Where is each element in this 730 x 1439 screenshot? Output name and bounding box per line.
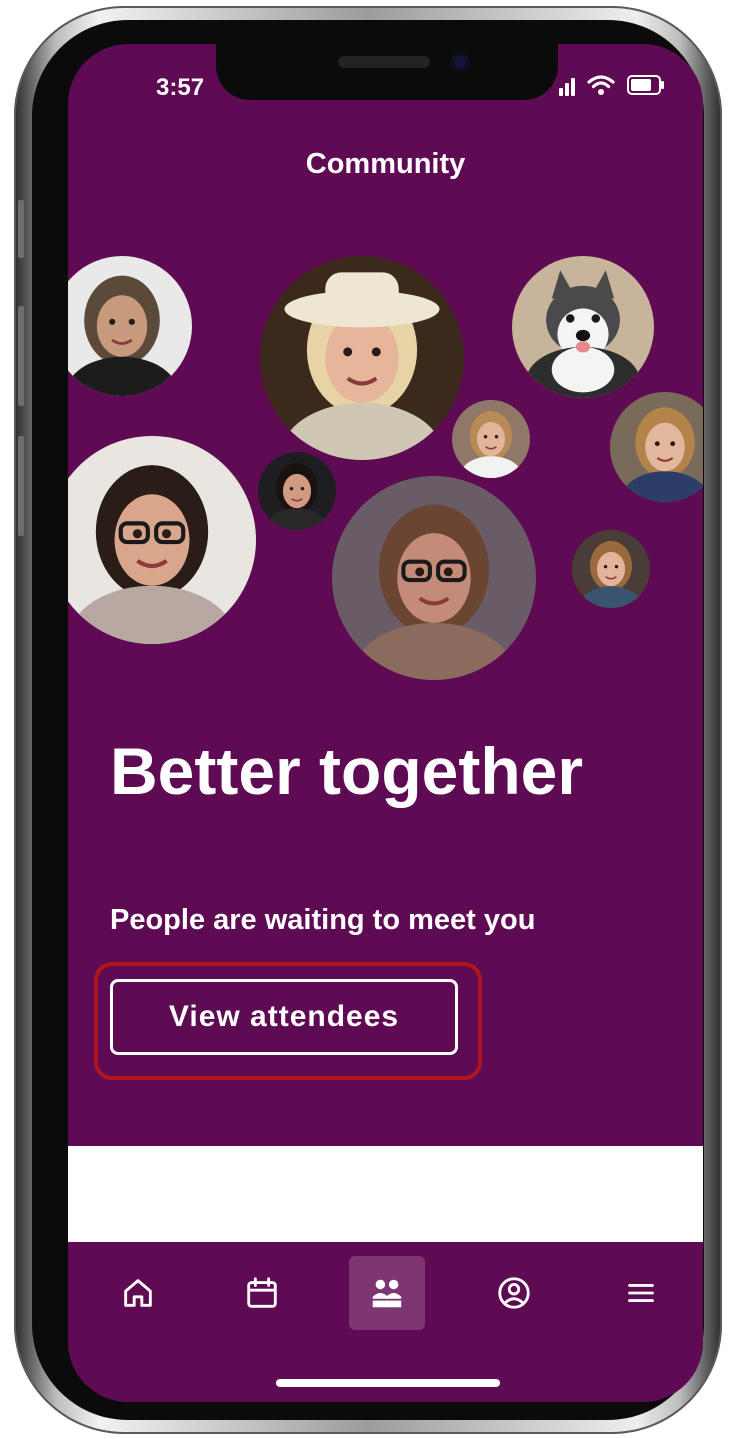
avatar-woman-dark-hair-small-photo [258,452,336,530]
avatar-woman-floral-top[interactable] [572,530,650,608]
wifi-icon [587,75,615,95]
tab-profile[interactable] [476,1256,552,1330]
avatar-woman-floral-top-photo [572,530,650,608]
hero-subtitle: People are waiting to meet you [110,904,536,936]
status-icons [559,74,664,96]
avatar-woman-white-hat-photo [260,256,464,460]
app-screen: 3:57 Community Better together People ar… [68,44,703,1402]
silent-switch [18,200,24,258]
avatar-husky-dog-photo [512,256,654,398]
view-attendees-button[interactable]: View attendees [110,979,458,1055]
bottom-tab-bar [68,1242,703,1402]
home-icon [124,1279,152,1307]
status-time: 3:57 [156,74,205,101]
avatar-woman-large-glasses[interactable] [332,476,536,680]
avatar-man-black-shirt-photo [68,256,192,396]
tab-menu[interactable] [603,1256,679,1330]
device-notch [216,44,558,100]
avatar-woman-glasses-curly[interactable] [68,436,256,644]
avatar-man-black-shirt[interactable] [68,256,192,396]
speaker-grille [338,56,430,68]
tab-community[interactable] [349,1256,425,1330]
avatar-woman-blue-top[interactable] [610,392,703,502]
calendar-icon [247,1277,277,1308]
people-icon [372,1279,402,1308]
volume-down-button [18,436,24,536]
avatar-woman-white-hat[interactable] [260,256,464,460]
hamburger-menu-icon [628,1283,654,1303]
avatar-woman-blonde-small[interactable] [452,400,530,478]
avatar-husky-dog[interactable] [512,256,654,398]
volume-up-button [18,306,24,406]
avatar-woman-blonde-small-photo [452,400,530,478]
user-circle-icon [498,1277,530,1309]
tab-home[interactable] [100,1256,176,1330]
content-section [68,1146,703,1242]
signal-icon [559,74,575,96]
avatar-woman-glasses-curly-photo [68,436,256,644]
avatar-woman-blue-top-photo [610,392,703,502]
battery-icon [627,75,664,95]
front-camera [450,52,470,72]
avatar-woman-large-glasses-photo [332,476,536,680]
home-indicator[interactable] [276,1379,500,1387]
hero-title: Better together [110,734,584,808]
tab-schedule[interactable] [224,1256,300,1330]
avatar-woman-dark-hair-small[interactable] [258,452,336,530]
page-title: Community [305,148,466,180]
